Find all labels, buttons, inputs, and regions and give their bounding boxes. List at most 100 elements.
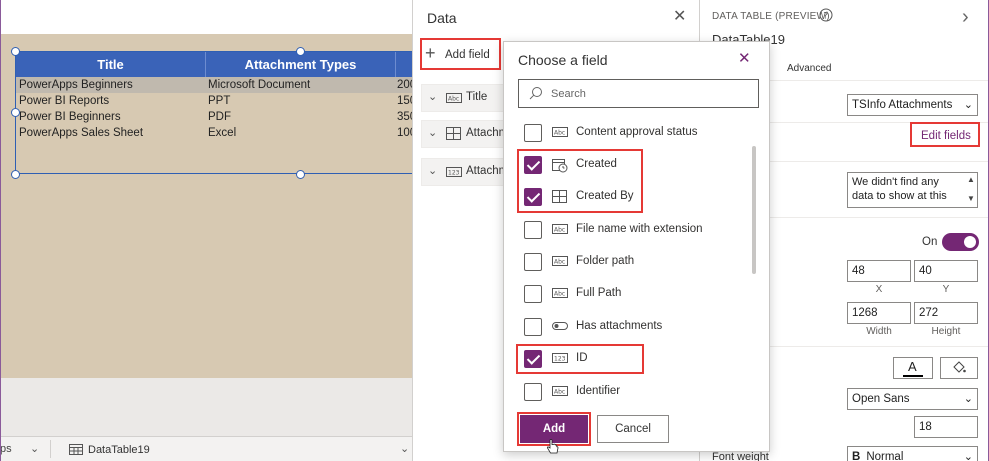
toggle-field-icon xyxy=(552,320,570,334)
tab-advanced[interactable]: Advanced xyxy=(787,63,831,74)
chevron-right-icon[interactable]: › xyxy=(962,6,969,29)
canvas-top-strip xyxy=(0,0,412,34)
chevron-down-icon: ⌄ xyxy=(963,393,973,405)
option-identifier[interactable]: Abc Identifier xyxy=(524,381,754,407)
selected-control-name[interactable]: DataTable19 xyxy=(88,444,150,456)
cell-number: 150 xyxy=(397,95,412,107)
data-source-select[interactable]: TSInfo Attachments ⌄ xyxy=(847,94,978,116)
visible-toggle[interactable] xyxy=(942,233,979,251)
chevron-down-icon[interactable]: ⌄ xyxy=(400,442,409,455)
y-input[interactable]: 40 xyxy=(914,260,978,282)
checkbox[interactable] xyxy=(524,221,542,239)
checkbox[interactable] xyxy=(524,124,542,142)
text-field-icon: Abc xyxy=(552,255,570,269)
resize-handle[interactable] xyxy=(11,47,20,56)
cell-number: 100 xyxy=(397,127,412,139)
text-field-icon: Abc xyxy=(552,126,570,140)
chevron-down-icon[interactable]: ⌄ xyxy=(428,164,437,177)
checkbox[interactable] xyxy=(524,383,542,401)
option-full-path[interactable]: Abc Full Path xyxy=(524,283,754,309)
resize-handle[interactable] xyxy=(296,47,305,56)
table-row[interactable]: Power BI Beginners PDF 350 xyxy=(16,109,412,125)
column-header-3[interactable] xyxy=(396,52,412,77)
highlight-box xyxy=(910,122,980,147)
cancel-button[interactable]: Cancel xyxy=(597,415,669,443)
option-label: Has attachments xyxy=(576,320,663,332)
font-weight-value: Normal xyxy=(866,451,904,461)
cell-type: Excel xyxy=(208,127,237,139)
option-label: Folder path xyxy=(576,255,635,267)
divider xyxy=(50,440,51,458)
x-input[interactable]: 48 xyxy=(847,260,911,282)
svg-text:Abc: Abc xyxy=(554,130,565,137)
height-caption: Height xyxy=(931,326,961,337)
svg-text:Abc: Abc xyxy=(554,291,565,298)
resize-handle[interactable] xyxy=(11,108,20,117)
column-header-title[interactable]: Title xyxy=(16,52,206,77)
chevron-down-icon: ⌄ xyxy=(963,451,973,461)
highlight-box xyxy=(516,344,644,374)
search-input[interactable]: Search xyxy=(518,79,759,108)
option-label: Full Path xyxy=(576,287,622,299)
width-input[interactable]: 1268 xyxy=(847,302,911,324)
no-data-text-input[interactable]: We didn't find any data to show at this xyxy=(847,172,978,208)
number-field-icon: 123 xyxy=(446,166,462,180)
toggle-knob xyxy=(964,236,976,248)
chevron-down-icon[interactable]: ⌄ xyxy=(428,90,437,103)
chevron-down-icon[interactable]: ⌄ xyxy=(30,442,39,455)
svg-text:Abc: Abc xyxy=(554,389,565,396)
option-file-name-with-extension[interactable]: Abc File name with extension xyxy=(524,219,754,245)
chevron-down-icon[interactable]: ⌄ xyxy=(428,126,437,139)
table-row[interactable]: PowerApps Beginners Microsoft Document 2… xyxy=(16,77,412,93)
table-row[interactable]: Power BI Reports PPT 150 xyxy=(16,93,412,109)
cell-type: Microsoft Document xyxy=(208,79,311,91)
control-type-header: DATA TABLE (PREVIEW) xyxy=(712,11,830,22)
grid-field-icon xyxy=(446,127,461,143)
cell-title: Power BI Beginners xyxy=(19,111,121,123)
data-source-value: TSInfo Attachments xyxy=(852,99,953,111)
help-icon[interactable]: ? xyxy=(819,8,833,25)
canvas-background xyxy=(0,378,412,436)
field-label: Attachm xyxy=(466,165,509,177)
option-folder-path[interactable]: Abc Folder path xyxy=(524,251,754,277)
close-icon[interactable]: ✕ xyxy=(673,6,686,26)
data-table-control[interactable]: Title Attachment Types PowerApps Beginne… xyxy=(15,51,412,174)
option-has-attachments[interactable]: Has attachments xyxy=(524,316,754,342)
table-icon xyxy=(69,444,83,458)
close-icon[interactable]: ✕ xyxy=(738,49,751,67)
hand-cursor-icon xyxy=(546,439,560,458)
font-weight-select[interactable]: B Normal ⌄ xyxy=(847,446,978,461)
scrollbar-thumb[interactable] xyxy=(752,146,756,274)
font-select[interactable]: Open Sans ⌄ xyxy=(847,388,978,410)
scroll-up-icon[interactable]: ▲ xyxy=(967,175,975,184)
frame-edge xyxy=(0,0,1,461)
screen-breadcrumb[interactable]: ps xyxy=(0,443,12,455)
svg-text:Abc: Abc xyxy=(448,96,459,103)
choose-field-dialog: Choose a field ✕ Search Abc Content appr… xyxy=(503,41,770,454)
resize-handle[interactable] xyxy=(296,170,305,179)
resize-handle[interactable] xyxy=(11,170,20,179)
option-label: Identifier xyxy=(576,385,621,397)
field-label: Attachm xyxy=(466,127,509,139)
y-caption: Y xyxy=(942,284,950,295)
dialog-title: Choose a field xyxy=(518,52,608,68)
cell-title: PowerApps Sales Sheet xyxy=(19,127,144,139)
table-row[interactable]: PowerApps Sales Sheet Excel 100 xyxy=(16,125,412,141)
svg-text:Abc: Abc xyxy=(554,259,565,266)
checkbox[interactable] xyxy=(524,318,542,336)
font-size-input[interactable]: 18 xyxy=(914,416,978,438)
height-input[interactable]: 272 xyxy=(914,302,978,324)
cell-title: PowerApps Beginners xyxy=(19,79,133,91)
cell-type: PDF xyxy=(208,111,231,123)
checkbox[interactable] xyxy=(524,285,542,303)
svg-text:Abc: Abc xyxy=(554,227,565,234)
svg-text:123: 123 xyxy=(448,170,460,177)
fill-color-button[interactable] xyxy=(940,357,978,379)
checkbox[interactable] xyxy=(524,253,542,271)
text-field-icon: Abc xyxy=(446,92,462,106)
scroll-down-icon[interactable]: ▼ xyxy=(967,194,975,203)
option-content-approval-status[interactable]: Abc Content approval status xyxy=(524,122,754,148)
chevron-down-icon: ⌄ xyxy=(963,99,973,111)
font-color-button[interactable]: A xyxy=(893,357,933,379)
canvas-bottom-bar: ps ⌄ DataTable19 ⌄ xyxy=(0,436,412,461)
